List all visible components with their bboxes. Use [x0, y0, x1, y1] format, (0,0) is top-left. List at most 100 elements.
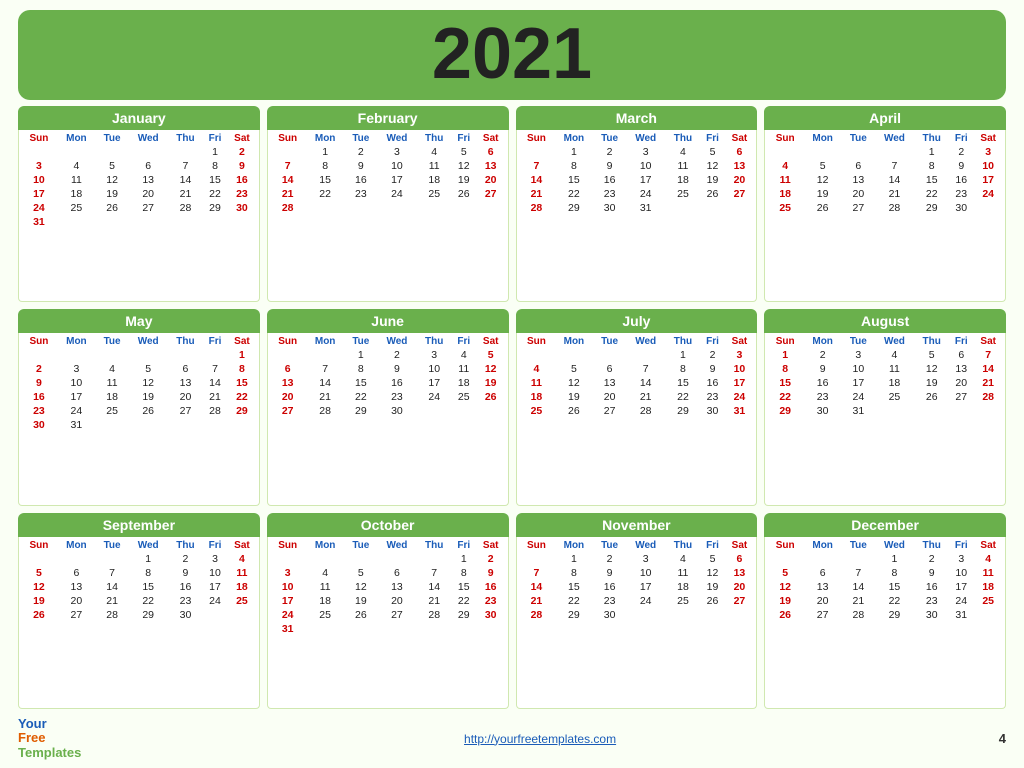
week-row: 6789101112: [270, 362, 506, 376]
day-cell: [345, 622, 377, 636]
day-cell: 5: [700, 145, 724, 159]
day-cell: [700, 608, 724, 622]
day-cell: 7: [519, 159, 555, 173]
week-row: 12131415161718: [767, 580, 1003, 594]
day-cell: [666, 201, 701, 215]
week-row: 123456: [519, 552, 755, 566]
day-cell: 20: [593, 390, 625, 404]
day-cell: 27: [168, 404, 203, 418]
day-cell: 26: [128, 404, 168, 418]
week-row: 28293031: [519, 201, 755, 215]
day-cell: 28: [96, 608, 128, 622]
day-cell: 31: [626, 201, 666, 215]
week-row: 21222324252627: [519, 187, 755, 201]
day-cell: [803, 622, 842, 624]
day-cell: 27: [725, 187, 755, 201]
day-cell: [168, 348, 203, 362]
day-cell: 21: [270, 187, 306, 201]
month-block-september: SeptemberSunMonTueWedThuFriSat1234567891…: [18, 513, 260, 709]
day-cell: [452, 622, 476, 636]
day-cell: 17: [626, 580, 666, 594]
day-cell: 30: [21, 418, 57, 432]
day-header-sun: Sun: [767, 335, 803, 348]
day-cell: [554, 418, 593, 420]
day-cell: [949, 404, 973, 418]
day-cell: 4: [666, 552, 701, 566]
day-cell: 9: [914, 566, 949, 580]
day-cell: 5: [700, 552, 724, 566]
day-cell: 26: [767, 608, 803, 622]
day-cell: 14: [842, 580, 874, 594]
day-cell: 27: [593, 404, 625, 418]
day-cell: 13: [803, 580, 842, 594]
day-cell: 6: [168, 362, 203, 376]
day-cell: 20: [128, 187, 168, 201]
week-row: [21, 622, 257, 624]
day-header-tue: Tue: [345, 539, 377, 552]
day-cell: 12: [476, 362, 506, 376]
week-row: [519, 622, 755, 624]
day-cell: 27: [57, 608, 96, 622]
day-header-sat: Sat: [973, 539, 1003, 552]
month-block-november: NovemberSunMonTueWedThuFriSat12345678910…: [516, 513, 758, 709]
month-body: SunMonTueWedThuFriSat1234567891011121314…: [267, 537, 509, 709]
day-cell: 20: [270, 390, 306, 404]
day-cell: [803, 552, 842, 566]
week-row: 31: [270, 622, 506, 636]
day-cell: 23: [21, 404, 57, 418]
day-cell: 4: [57, 159, 96, 173]
day-cell: 15: [203, 173, 227, 187]
day-cell: [593, 622, 625, 624]
day-cell: 19: [128, 390, 168, 404]
day-header-sun: Sun: [767, 132, 803, 145]
day-cell: 18: [57, 187, 96, 201]
day-cell: [842, 418, 874, 420]
day-cell: 1: [203, 145, 227, 159]
week-row: [767, 622, 1003, 624]
day-cell: 5: [803, 159, 842, 173]
month-title: May: [18, 309, 260, 333]
day-cell: 3: [842, 348, 874, 362]
day-cell: 18: [666, 580, 701, 594]
day-cell: 22: [666, 390, 701, 404]
month-title: April: [764, 106, 1006, 130]
day-cell: [519, 215, 555, 217]
week-row: 13141516171819: [270, 376, 506, 390]
day-cell: 30: [914, 608, 949, 622]
day-cell: [767, 145, 803, 159]
day-header-tue: Tue: [96, 132, 128, 145]
day-cell: 10: [417, 362, 452, 376]
day-cell: 21: [96, 594, 128, 608]
day-cell: 2: [593, 552, 625, 566]
day-cell: 26: [803, 201, 842, 215]
day-header-tue: Tue: [842, 335, 874, 348]
week-row: 262728293031: [767, 608, 1003, 622]
day-header-fri: Fri: [452, 335, 476, 348]
day-cell: [767, 622, 803, 624]
day-cell: 17: [842, 376, 874, 390]
day-cell: 15: [227, 376, 257, 390]
day-cell: 8: [306, 159, 345, 173]
day-cell: 10: [842, 362, 874, 376]
day-cell: 1: [666, 348, 701, 362]
day-cell: [128, 622, 168, 624]
week-row: 14151617181920: [270, 173, 506, 187]
day-header-sun: Sun: [270, 539, 306, 552]
day-cell: 2: [803, 348, 842, 362]
day-cell: 4: [417, 145, 452, 159]
day-cell: 13: [377, 580, 417, 594]
day-cell: 17: [270, 594, 306, 608]
month-block-december: DecemberSunMonTueWedThuFriSat12345678910…: [764, 513, 1006, 709]
day-header-fri: Fri: [700, 335, 724, 348]
day-cell: 27: [949, 390, 973, 404]
day-cell: [306, 201, 345, 215]
day-cell: [725, 622, 755, 624]
day-cell: 2: [700, 348, 724, 362]
week-row: 24252627282930: [270, 608, 506, 622]
day-cell: 26: [345, 608, 377, 622]
day-cell: [973, 608, 1003, 622]
footer-url[interactable]: http://yourfreetemplates.com: [464, 732, 616, 746]
week-row: 2627282930: [21, 608, 257, 622]
day-header-thu: Thu: [417, 132, 452, 145]
day-cell: 22: [452, 594, 476, 608]
